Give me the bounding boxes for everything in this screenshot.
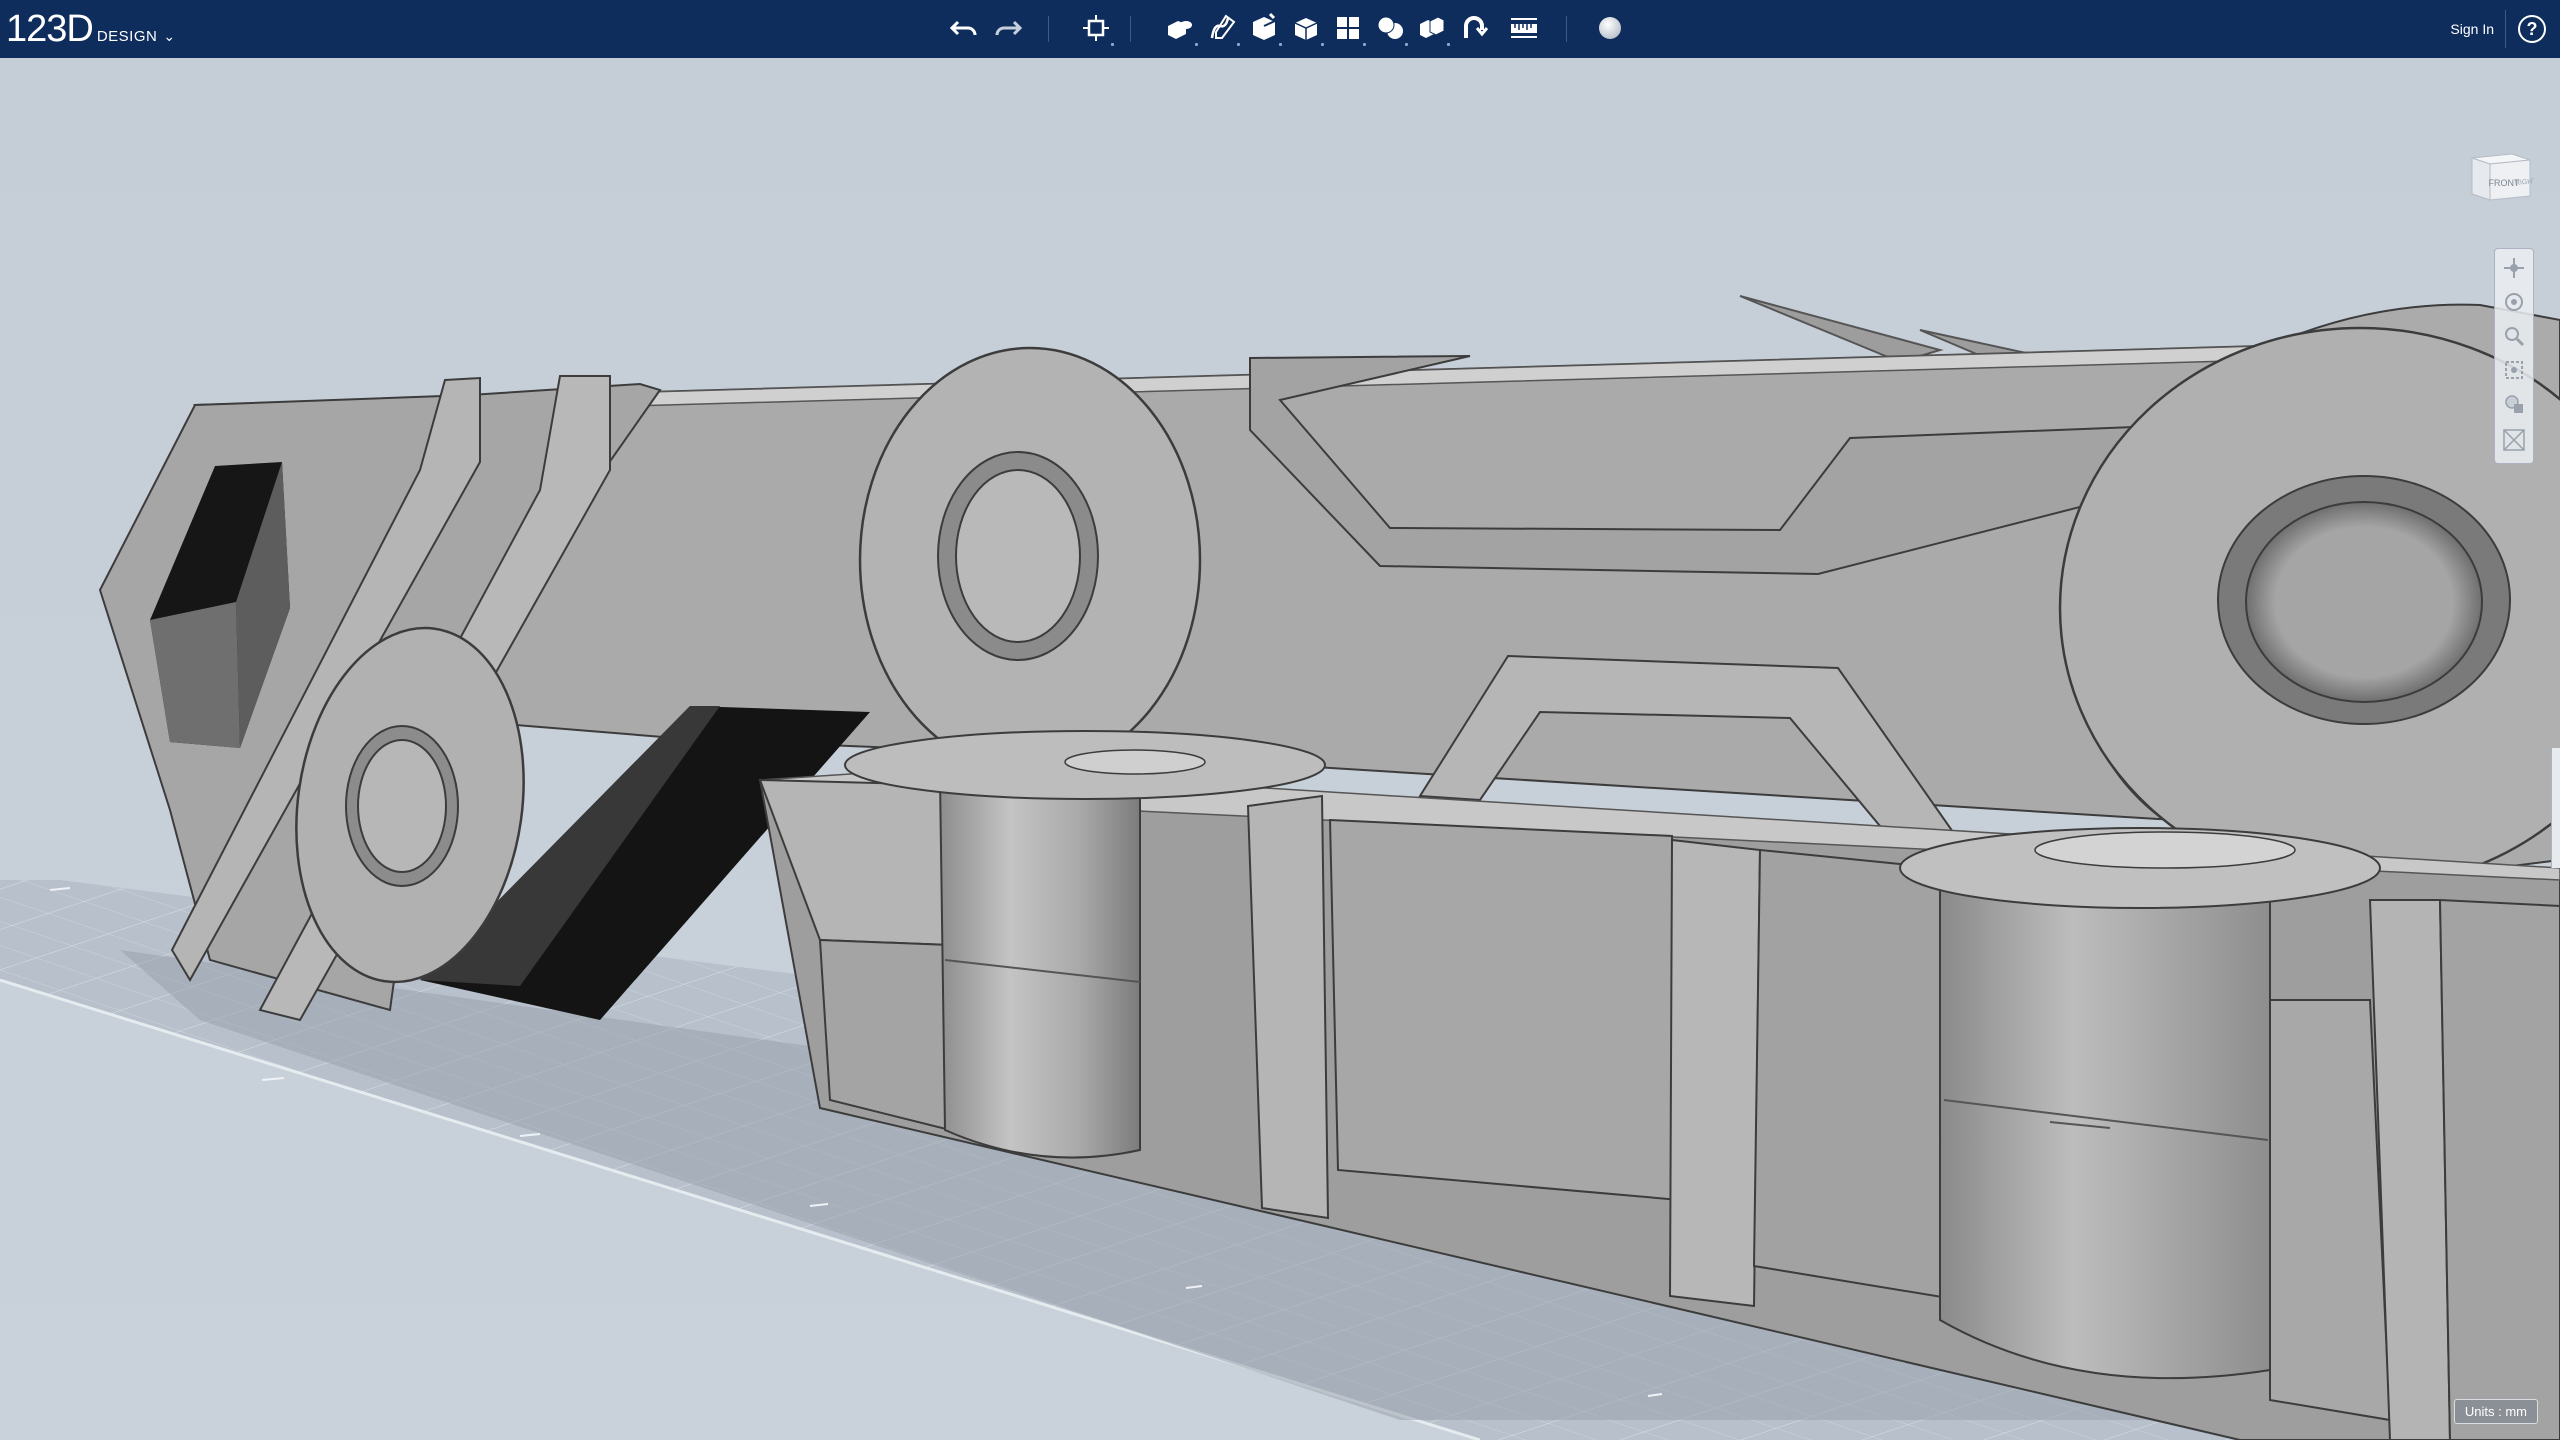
undo-icon <box>949 20 977 36</box>
combine-button[interactable] <box>1412 8 1452 48</box>
visibility-button[interactable] <box>2499 389 2529 419</box>
app-logo: 123D <box>6 8 94 50</box>
view-cube[interactable]: FRONT RIGHT <box>2468 144 2538 204</box>
dropdown-dot <box>1405 43 1408 46</box>
display-mode-button[interactable] <box>2499 425 2529 455</box>
chevron-down-icon: ⌄ <box>163 28 176 44</box>
grouping-button[interactable] <box>1370 8 1410 48</box>
sign-in-link[interactable]: Sign In <box>2450 0 2494 58</box>
pan-icon <box>2504 258 2524 278</box>
material-button[interactable] <box>1590 8 1630 48</box>
navigation-bar <box>2494 248 2534 464</box>
zoom-icon <box>2505 327 2525 347</box>
app-logo-sub: DESIGN <box>96 28 158 45</box>
construct-button[interactable] <box>1244 8 1284 48</box>
toolbar-separator <box>1048 16 1049 42</box>
view-cube-right: RIGHT <box>2515 178 2534 187</box>
primitives-button[interactable] <box>1160 8 1200 48</box>
toolbar-separator <box>2505 10 2506 48</box>
view-cube-icon: FRONT RIGHT <box>2471 153 2538 201</box>
fit-button[interactable] <box>2499 355 2529 385</box>
primitives-icon <box>1168 21 1192 39</box>
toolbar-separator <box>1566 16 1567 42</box>
side-panel-tab[interactable] <box>2551 748 2560 868</box>
redo-icon <box>995 20 1023 36</box>
orbit-button[interactable] <box>2499 287 2529 317</box>
measure-icon <box>1511 18 1537 38</box>
visibility-icon <box>2505 395 2523 413</box>
units-indicator[interactable]: Units : mm <box>2453 1399 2538 1424</box>
modify-icon <box>1294 18 1318 40</box>
help-button[interactable]: ? <box>2518 15 2546 43</box>
dropdown-dot <box>1279 43 1282 46</box>
undo-button[interactable] <box>944 8 984 48</box>
grouping-icon <box>1377 16 1403 39</box>
sketch-button[interactable] <box>1202 8 1242 48</box>
snap-icon <box>1464 16 1489 38</box>
orbit-icon <box>2505 293 2523 311</box>
zoom-button[interactable] <box>2499 321 2529 351</box>
pan-button[interactable] <box>2499 253 2529 283</box>
3d-viewport[interactable]: FRONT RIGHT Units : mm <box>0 58 2560 1440</box>
snap-button[interactable] <box>1454 8 1494 48</box>
dropdown-dot <box>1111 43 1114 46</box>
material-icon <box>1599 17 1621 39</box>
sketch-icon <box>1210 14 1236 39</box>
transform-button[interactable] <box>1076 8 1116 48</box>
dropdown-dot <box>1195 43 1198 46</box>
construct-icon <box>1253 12 1276 40</box>
pattern-icon <box>1337 17 1359 39</box>
pattern-button[interactable] <box>1328 8 1368 48</box>
measure-button[interactable] <box>1504 8 1544 48</box>
modify-button[interactable] <box>1286 8 1326 48</box>
combine-icon <box>1420 16 1445 38</box>
transform-icon <box>1083 15 1109 41</box>
dropdown-dot <box>1363 43 1366 46</box>
fit-icon <box>2505 361 2523 379</box>
dropdown-dot <box>1321 43 1324 46</box>
toolbar-separator <box>1130 16 1131 42</box>
display-mode-icon <box>2503 429 2525 451</box>
dropdown-dot <box>1447 43 1450 46</box>
redo-button[interactable] <box>988 8 1028 48</box>
dropdown-dot <box>1237 43 1240 46</box>
top-toolbar: 123D DESIGN ⌄ Sign In ? <box>0 0 2560 58</box>
3d-model-scene <box>0 58 2560 1440</box>
app-menu-button[interactable]: 123D DESIGN ⌄ <box>6 4 175 54</box>
